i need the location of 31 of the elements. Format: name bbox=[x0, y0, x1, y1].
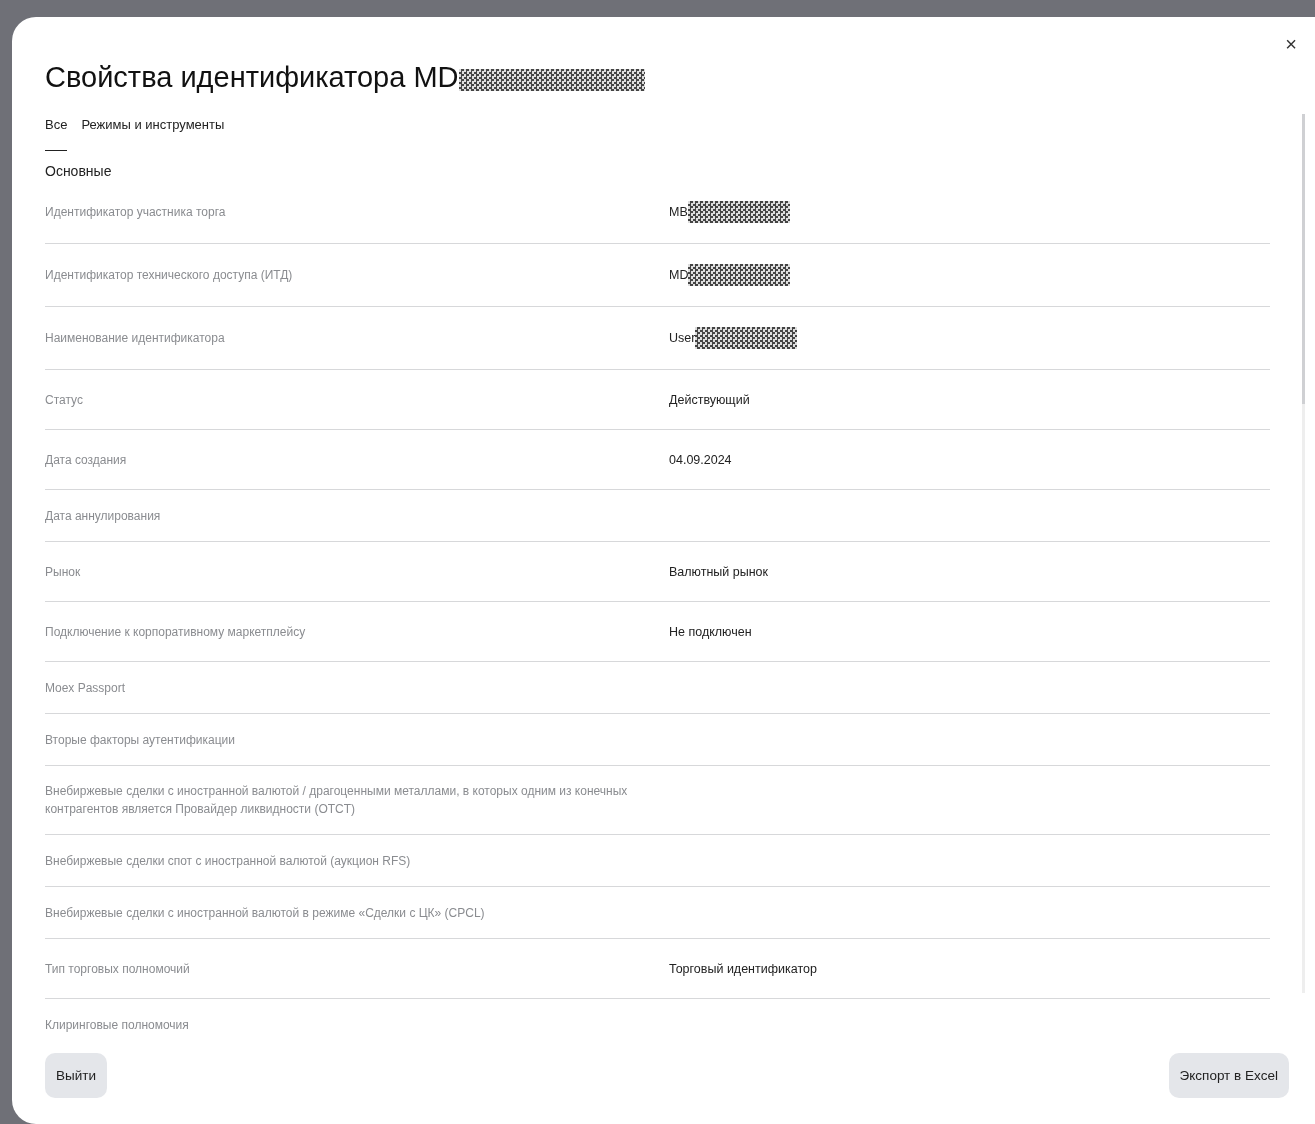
field-label: Рынок bbox=[45, 563, 82, 581]
export-button[interactable]: Экспорт в Excel bbox=[1168, 1053, 1289, 1098]
field-value: User bbox=[669, 331, 696, 345]
field-value: 04.09.2024 bbox=[669, 452, 732, 467]
tab[interactable]: Все bbox=[45, 114, 68, 151]
field-label: Клиринговые полномочия bbox=[45, 1016, 190, 1034]
exit-button[interactable]: Выйти bbox=[45, 1053, 107, 1098]
field-label: Статус bbox=[45, 391, 84, 409]
field-label: Внебиржевые сделки с иностранной валютой в режиме «Сделки с ЦК» (CPCL) bbox=[45, 904, 486, 922]
field-value: Валютный рынок bbox=[669, 564, 768, 579]
field-label: Внебиржевые сделки с иностранной валютой / драгоценными металлами, в которых одним из конечных контрагентов является Провайдер ликвидности (OTCT) bbox=[45, 783, 629, 818]
section-heading: Основные bbox=[45, 163, 113, 179]
field-value: Торговый идентификатор bbox=[669, 961, 817, 976]
field-label: Идентификатор технического доступа (ИТД) bbox=[45, 267, 294, 284]
field-label: Наименование идентификатора bbox=[45, 330, 226, 347]
field-value: MB bbox=[669, 205, 688, 219]
field-label: Moex Passport bbox=[45, 679, 127, 697]
field-label: Идентификатор участника торга bbox=[45, 204, 227, 221]
field-value: MD bbox=[669, 268, 689, 282]
dialog-title: Свойства идентификатора MD bbox=[45, 61, 459, 94]
close-button[interactable]: × bbox=[1281, 33, 1301, 56]
field-label: Дата аннулирования bbox=[45, 507, 162, 525]
field-label: Внебиржевые сделки спот с иностранной валютой (аукцион RFS) bbox=[45, 852, 412, 870]
field-label: Дата создания bbox=[45, 451, 128, 469]
tab[interactable]: Режимы и инструменты bbox=[81, 114, 225, 151]
field-label: Тип торговых полномочий bbox=[45, 960, 191, 978]
field-value: Действующий bbox=[669, 392, 750, 407]
field-value: Не подключен bbox=[669, 624, 752, 639]
field-label: Вторые факторы аутентификации bbox=[45, 731, 236, 749]
field-label: Подключение к корпоративному маркетплейсу bbox=[45, 623, 307, 641]
scrollbar[interactable] bbox=[1302, 114, 1305, 993]
